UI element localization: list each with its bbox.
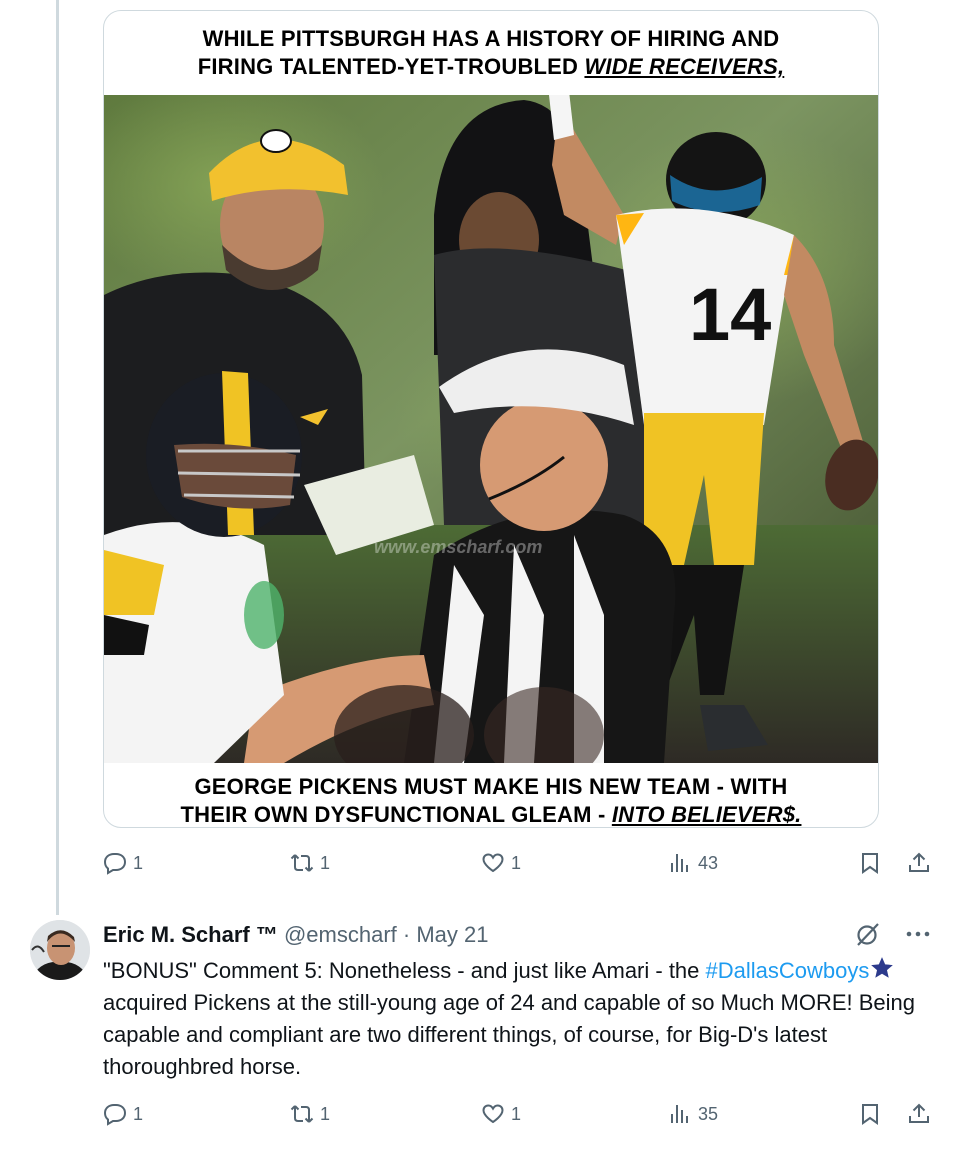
reply-button[interactable]: 1 xyxy=(103,851,143,875)
caption-bottom-line2-prefix: THEIR OWN DYSFUNCTIONAL GLEAM - xyxy=(180,802,612,827)
author-display-name[interactable]: Eric M. Scharf ™ xyxy=(103,922,278,947)
reply-count: 1 xyxy=(133,852,144,873)
like-count: 1 xyxy=(511,1103,522,1124)
caption-top-line1: WHILE PITTSBURGH HAS A HISTORY OF HIRING… xyxy=(202,26,780,51)
avatar[interactable] xyxy=(30,920,90,980)
bookmark-icon xyxy=(862,853,878,874)
bookmark-icon xyxy=(862,1104,878,1125)
tweet-text-part1: "BONUS" Comment 5: Nonetheless - and jus… xyxy=(103,958,700,983)
views-button[interactable]: 35 xyxy=(668,1102,718,1126)
more-options-icon[interactable] xyxy=(904,920,932,948)
caption-top-line2: FIRING TALENTED-YET-TROUBLED WIDE RECEIV… xyxy=(104,53,878,81)
grok-icon[interactable] xyxy=(854,920,882,948)
bookmark-button[interactable] xyxy=(858,1102,882,1126)
share-icon xyxy=(909,1103,929,1123)
reply-icon xyxy=(103,1104,127,1126)
tweet1-action-bar: 1 1 1 43 xyxy=(0,845,960,885)
tweet2-header: Eric M. Scharf ™ @emscharf · May 21 xyxy=(103,921,489,949)
caption-top-line2-prefix: FIRING TALENTED-YET-TROUBLED xyxy=(197,54,585,79)
media-watermark: www.emscharf.com xyxy=(374,537,542,557)
share-icon xyxy=(909,852,929,872)
views-count: 43 xyxy=(698,852,719,873)
like-button[interactable]: 1 xyxy=(481,1102,521,1126)
caption-top-line2-emphasis: WIDE RECEIVERS, xyxy=(584,54,785,79)
repost-button[interactable]: 1 xyxy=(290,851,330,875)
repost-count: 1 xyxy=(320,1103,331,1124)
media-caption-top: WHILE PITTSBURGH HAS A HISTORY OF HIRING… xyxy=(104,25,878,81)
star-icon xyxy=(871,957,894,978)
views-count: 35 xyxy=(698,1103,719,1124)
tweet-date[interactable]: May 21 xyxy=(416,922,488,947)
tweet2-header-actions xyxy=(854,920,932,948)
tweet-text-part2: acquired Pickens at the still-young age … xyxy=(103,990,916,1079)
tweet2-text: "BONUS" Comment 5: Nonetheless - and jus… xyxy=(103,955,933,1083)
reply-count: 1 xyxy=(133,1103,144,1124)
svg-text:14: 14 xyxy=(689,273,771,356)
like-count: 1 xyxy=(511,852,522,873)
media-caption-bottom: GEORGE PICKENS MUST MAKE HIS NEW TEAM - … xyxy=(104,773,878,827)
views-button[interactable]: 43 xyxy=(668,851,718,875)
thread-connector-line xyxy=(56,0,59,915)
heart-icon xyxy=(482,853,504,873)
tweet2-action-bar: 1 1 1 35 xyxy=(0,1096,960,1136)
tweet-media-card[interactable]: WHILE PITTSBURGH HAS A HISTORY OF HIRING… xyxy=(103,10,879,828)
caption-bottom-line2: THEIR OWN DYSFUNCTIONAL GLEAM - INTO BEL… xyxy=(104,801,878,827)
caption-bottom-line2-emphasis: INTO BELIEVER$. xyxy=(611,802,802,827)
repost-count: 1 xyxy=(320,852,331,873)
media-photo-collage: 14 www.emscharf.com xyxy=(104,95,878,763)
repost-icon xyxy=(290,854,314,872)
author-handle[interactable]: @emscharf xyxy=(284,922,397,947)
header-separator: · xyxy=(402,922,411,947)
share-button[interactable] xyxy=(907,1102,931,1126)
repost-icon xyxy=(290,1105,314,1123)
repost-button[interactable]: 1 xyxy=(290,1102,330,1126)
like-button[interactable]: 1 xyxy=(481,851,521,875)
hashtag-link[interactable]: #DallasCowboys xyxy=(706,958,870,983)
bookmark-button[interactable] xyxy=(858,851,882,875)
reply-button[interactable]: 1 xyxy=(103,1102,143,1126)
caption-bottom-line1: GEORGE PICKENS MUST MAKE HIS NEW TEAM - … xyxy=(194,774,788,799)
views-icon xyxy=(671,1105,688,1123)
reply-icon xyxy=(103,853,127,875)
heart-icon xyxy=(482,1104,504,1124)
avatar-image xyxy=(30,920,90,980)
views-icon xyxy=(671,854,688,872)
share-button[interactable] xyxy=(907,851,931,875)
